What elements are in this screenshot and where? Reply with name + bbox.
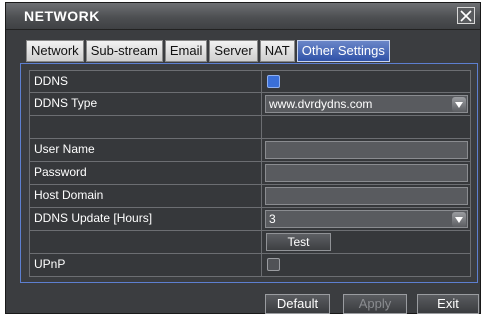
ddns-update-label: DDNS Update [Hours]	[29, 208, 261, 231]
tab-server[interactable]: Server	[209, 40, 258, 62]
tab-bar: Network Sub-stream Email Server NAT Othe…	[26, 40, 390, 63]
ddns-update-select[interactable]: 3	[265, 210, 468, 228]
upnp-label: UPnP	[29, 254, 261, 277]
password-label: Password	[29, 162, 261, 185]
close-button[interactable]	[457, 7, 475, 24]
test-button[interactable]: Test	[266, 233, 331, 251]
title-bar: NETWORK	[6, 3, 480, 30]
exit-button[interactable]: Exit	[417, 294, 479, 314]
settings-panel: DDNS DDNS Type www.dvrdydns.com User Nam…	[20, 63, 478, 283]
tab-sub-stream[interactable]: Sub-stream	[85, 40, 163, 62]
tab-nat[interactable]: NAT	[259, 40, 295, 62]
upnp-row: UPnP	[29, 254, 471, 277]
ddns-checkbox[interactable]	[267, 75, 280, 88]
user-name-label: User Name	[29, 139, 261, 162]
ddns-update-row: DDNS Update [Hours] 3	[29, 208, 471, 231]
ddns-label: DDNS	[29, 70, 261, 93]
upnp-checkbox[interactable]	[267, 258, 280, 271]
apply-button[interactable]: Apply	[343, 294, 407, 314]
chevron-down-icon	[452, 212, 466, 227]
host-domain-label: Host Domain	[29, 185, 261, 208]
password-row: Password	[29, 162, 471, 185]
network-dialog: NETWORK Network Sub-stream Email Server …	[5, 2, 481, 314]
ddns-row: DDNS	[29, 70, 471, 93]
host-domain-row: Host Domain	[29, 185, 471, 208]
default-button[interactable]: Default	[265, 294, 330, 314]
tab-email[interactable]: Email	[164, 40, 208, 62]
ddns-type-label: DDNS Type	[29, 93, 261, 116]
user-name-row: User Name	[29, 139, 471, 162]
ddns-update-value: 3	[269, 212, 276, 226]
blank-row	[29, 116, 471, 139]
tab-other-settings[interactable]: Other Settings	[296, 40, 390, 62]
host-domain-field[interactable]	[265, 187, 468, 205]
chevron-down-icon	[452, 97, 466, 112]
password-field[interactable]	[265, 164, 468, 182]
settings-grid: DDNS DDNS Type www.dvrdydns.com User Nam…	[29, 70, 471, 277]
ddns-type-value: www.dvrdydns.com	[269, 97, 373, 111]
ddns-type-select[interactable]: www.dvrdydns.com	[265, 95, 468, 113]
tab-network[interactable]: Network	[26, 40, 84, 62]
close-icon	[460, 9, 472, 22]
user-name-field[interactable]	[265, 141, 468, 159]
test-row: Test	[29, 231, 471, 254]
window-title: NETWORK	[24, 8, 100, 24]
ddns-type-row: DDNS Type www.dvrdydns.com	[29, 93, 471, 116]
